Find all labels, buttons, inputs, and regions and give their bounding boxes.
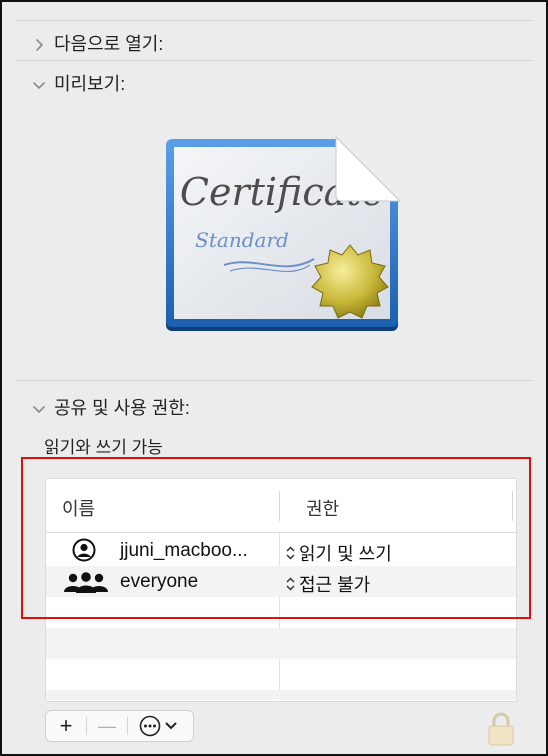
chevron-right-icon[interactable] [32,36,46,51]
column-divider[interactable] [279,491,280,521]
permission-value: 읽기 및 쓰기 [299,544,392,564]
column-header-permission[interactable]: 권한 [306,495,339,521]
divider [16,60,532,61]
group-icon [62,572,110,599]
updown-chevron-icon [286,577,295,591]
permission-popup[interactable]: 읽기 및 쓰기 [286,540,392,566]
section-open-with-label: 다음으로 열기: [54,34,164,54]
info-panel: 다음으로 열기: 미리보기: Certificate Standard 공유 및… [0,0,548,756]
section-sharing-permissions[interactable]: 공유 및 사용 권한: [32,394,190,420]
chevron-down-icon[interactable] [32,76,46,90]
permission-summary: 읽기와 쓰기 가능 [44,438,163,457]
permission-value: 접근 불가 [299,575,371,595]
ellipsis-circle-icon [139,715,161,737]
empty-row [46,628,516,659]
user-icon [72,538,96,567]
chevron-down-icon [165,722,177,730]
table-header: 이름 권한 [46,479,516,533]
column-header-name[interactable]: 이름 [62,495,95,521]
section-sharing-label: 공유 및 사용 권한: [54,398,190,418]
section-preview[interactable]: 미리보기: [32,70,125,96]
empty-row [46,690,516,700]
more-actions-button[interactable] [128,711,188,741]
chevron-down-icon[interactable] [32,400,46,414]
section-preview-label: 미리보기: [54,74,126,94]
column-divider[interactable] [512,491,513,521]
user-name: jjuni_macboo... [120,540,248,561]
permissions-toolbar: + — [45,710,194,742]
add-user-button[interactable]: + [46,711,86,741]
section-open-with[interactable]: 다음으로 열기: [32,30,163,56]
table-row[interactable]: jjuni_macboo... 읽기 및 쓰기 [46,535,516,566]
table-row[interactable]: everyone 접근 불가 [46,566,516,597]
empty-row [46,659,516,690]
user-name: everyone [120,571,199,592]
remove-user-button[interactable]: — [87,711,127,741]
divider [16,380,532,381]
divider [16,20,532,21]
svg-text:Standard: Standard [195,228,289,252]
permission-popup[interactable]: 접근 불가 [286,571,370,597]
permissions-table: 이름 권한 jjuni_macboo... 읽기 및 쓰기 everyone 접… [45,478,517,702]
empty-row [46,597,516,628]
lock-icon[interactable] [485,711,517,747]
certificate-preview-image: Certificate Standard [164,135,402,333]
updown-chevron-icon [286,546,295,560]
